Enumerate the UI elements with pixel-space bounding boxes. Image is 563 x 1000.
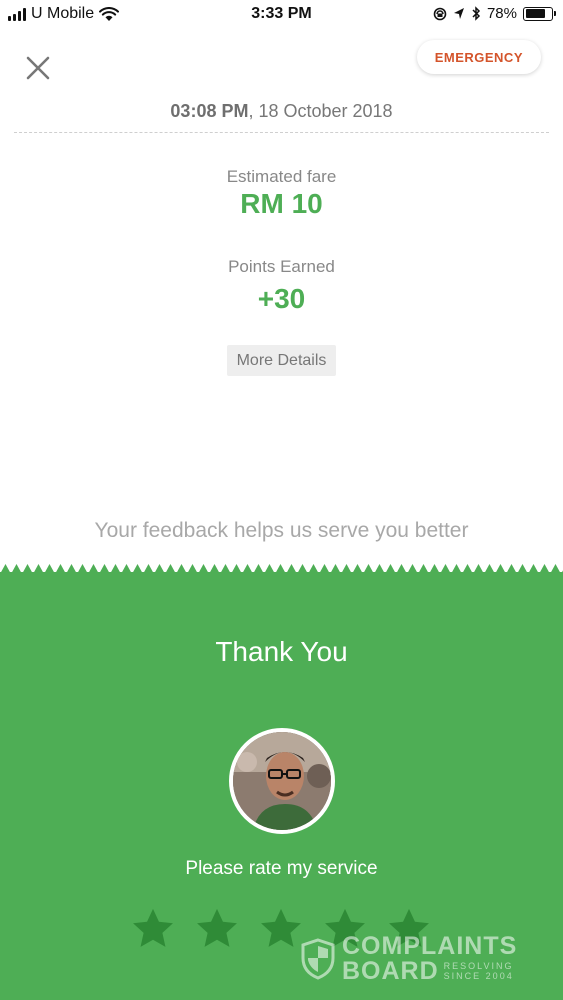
avatar — [229, 728, 335, 834]
status-bar: U Mobile 3:33 PM 78% — [0, 0, 563, 30]
watermark-tagline: RESOLVING SINCE 2004 — [443, 961, 514, 984]
battery-icon — [523, 6, 556, 21]
trip-time: 03:08 PM — [170, 101, 249, 121]
divider — [14, 132, 549, 133]
trip-date: , 18 October 2018 — [248, 101, 393, 121]
battery-fill — [525, 9, 545, 18]
fare-value: RM 10 — [240, 188, 323, 219]
fare-label: Estimated fare — [226, 167, 337, 186]
points-label: Points Earned — [228, 257, 335, 276]
location-lock-icon — [433, 7, 447, 20]
emergency-button[interactable]: EMERGENCY — [416, 40, 541, 74]
driver-photo — [233, 732, 331, 830]
points-value: +30 — [257, 283, 306, 314]
star-3-icon[interactable] — [258, 906, 304, 952]
rate-prompt: Please rate my service — [185, 858, 378, 879]
feedback-text: Your feedback helps us serve you better — [94, 519, 469, 542]
trip-datetime: 03:08 PM, 18 October 2018 — [0, 101, 563, 122]
more-details-button[interactable]: More Details — [227, 345, 336, 376]
close-icon — [26, 56, 50, 80]
location-arrow-icon — [453, 8, 464, 19]
battery-percent: 78% — [486, 5, 517, 22]
star-2-icon[interactable] — [194, 906, 240, 952]
watermark-line2: BOARD — [342, 957, 439, 985]
watermark-tag2: SINCE 2004 — [443, 971, 514, 982]
star-1-icon[interactable] — [130, 906, 176, 952]
watermark: COMPLAINTS BOARD RESOLVING SINCE 2004 — [300, 934, 517, 984]
shield-icon — [301, 938, 335, 980]
watermark-line1: COMPLAINTS — [342, 932, 518, 960]
watermark-text: COMPLAINTS BOARD RESOLVING SINCE 2004 — [342, 934, 517, 984]
status-right: 78% — [433, 5, 556, 22]
thank-you-title: Thank You — [215, 636, 348, 667]
bluetooth-icon — [472, 6, 481, 21]
close-button[interactable] — [20, 50, 56, 86]
